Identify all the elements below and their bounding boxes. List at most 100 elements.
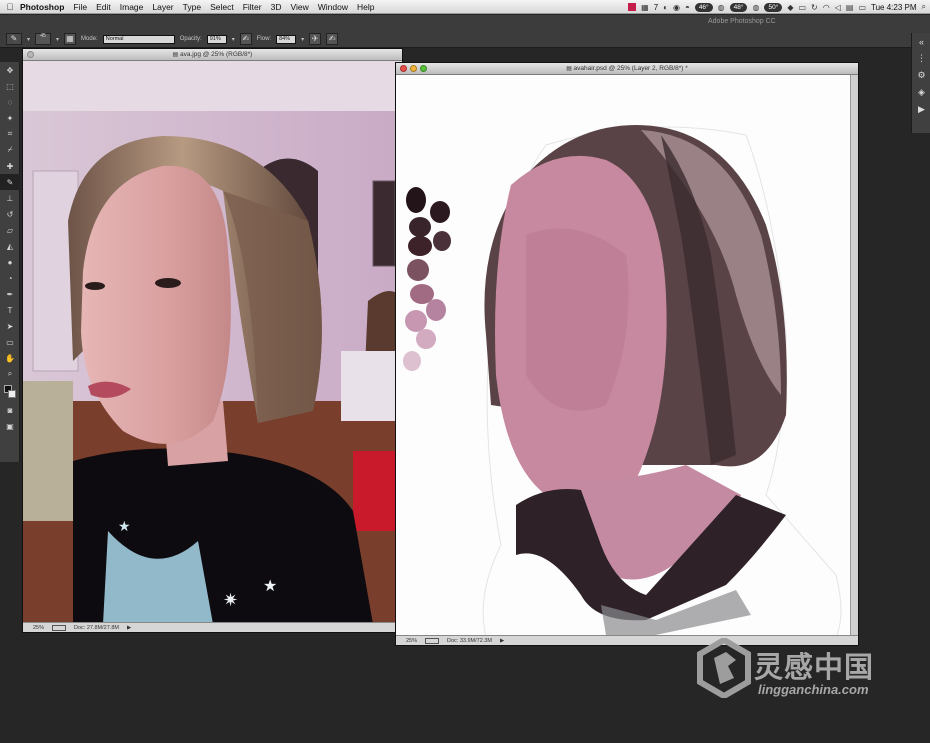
marquee-tool-icon[interactable]: ⬚ — [0, 78, 20, 94]
star-1: ★ — [118, 518, 131, 534]
fan-icon-2[interactable]: ◍ — [752, 3, 759, 12]
status-arrow-icon-painting[interactable]: ▶ — [500, 638, 504, 644]
eyedropper-tool-icon[interactable]: ⌿ — [0, 142, 20, 158]
shape-tool-icon[interactable]: ▭ — [0, 334, 20, 350]
menu-edit[interactable]: Edit — [96, 2, 111, 12]
swatch-3 — [409, 217, 431, 237]
menu-layer[interactable]: Layer — [152, 2, 173, 12]
adjustments-panel-icon[interactable]: ⋮ — [912, 50, 930, 67]
status-icon-c[interactable]: ◓ — [685, 3, 690, 12]
app-title: Adobe Photoshop CC — [708, 18, 776, 25]
brush-tool-icon[interactable]: ✎ — [0, 174, 20, 190]
brush-tool-preset-icon[interactable]: ✎ — [6, 33, 22, 45]
clone-stamp-tool-icon[interactable]: ⊥ — [0, 190, 20, 206]
quick-mask-icon[interactable]: ◙ — [0, 402, 20, 418]
lasso-tool-icon[interactable]: ◌ — [0, 94, 20, 110]
pressure-size-icon[interactable]: ✍ — [326, 33, 339, 45]
flow-chevron-icon[interactable]: ▾ — [301, 36, 304, 43]
screen-mode-icon[interactable]: ▣ — [0, 418, 20, 434]
battery-icon[interactable]: ▭ — [858, 3, 866, 12]
status-icon-d[interactable]: ◆ — [787, 3, 793, 12]
status-menu-icon[interactable]: ▦ — [641, 3, 649, 12]
menu-type[interactable]: Type — [183, 2, 201, 12]
zoom-button-painting[interactable] — [420, 65, 427, 72]
doc-size-photo[interactable]: Doc: 27.8M/27.8M — [74, 625, 119, 631]
sync-icon[interactable]: ↻ — [811, 3, 818, 12]
document-titlebar-painting[interactable]: ▤ avahair.psd @ 25% (Layer 2, RGB/8*) * — [396, 63, 858, 75]
apple-menu-icon[interactable]:  — [0, 2, 20, 12]
zoom-level-painting[interactable]: 25% — [406, 638, 417, 644]
status-icon-a[interactable]: ◐ — [663, 3, 668, 12]
wifi-icon[interactable]: ◠ — [823, 3, 830, 12]
quick-select-tool-icon[interactable]: ✦ — [0, 110, 20, 126]
document-window-photo[interactable]: ▤ ava.jpg @ 25% (RGB/8*) ★ ★ ✷ 25% Doc: … — [22, 48, 403, 633]
flow-field[interactable]: 84% — [276, 34, 297, 44]
color-swatches[interactable] — [0, 382, 20, 402]
close-button-photo[interactable] — [27, 51, 34, 58]
eraser-tool-icon[interactable]: ▱ — [0, 222, 20, 238]
canvas-photo[interactable]: ★ ★ ✷ — [23, 61, 402, 622]
pressure-opacity-icon[interactable]: ✍ — [239, 33, 252, 45]
display-icon[interactable]: ▭ — [798, 3, 806, 12]
status-icon-b[interactable]: ◉ — [673, 3, 680, 12]
status-proof-icon-photo[interactable] — [52, 624, 67, 631]
fan-icon[interactable]: ◍ — [718, 3, 725, 12]
panel-collapse-icon[interactable]: « — [912, 33, 930, 50]
crop-tool-icon[interactable]: ⌗ — [0, 126, 20, 142]
document-icon: ▤ — [172, 52, 180, 58]
brush-panel-toggle-icon[interactable]: ▦ — [64, 33, 77, 45]
minimize-button-painting[interactable] — [410, 65, 417, 72]
paint-bucket-tool-icon[interactable]: ◭ — [0, 238, 20, 254]
type-tool-icon[interactable]: T — [0, 302, 20, 318]
dodge-tool-icon[interactable]: ◔ — [0, 270, 20, 286]
close-button-painting[interactable] — [400, 65, 407, 72]
actions-panel-icon[interactable]: ▶ — [912, 101, 930, 118]
status-arrow-icon-photo[interactable]: ▶ — [127, 625, 131, 631]
preset-chevron-icon[interactable]: ▾ — [27, 36, 30, 43]
zoom-level-photo[interactable]: 25% — [33, 625, 44, 631]
blur-tool-icon[interactable]: ● — [0, 254, 20, 270]
properties-panel-icon[interactable]: ⚙ — [912, 67, 930, 84]
volume-icon[interactable]: ◁ — [835, 3, 841, 12]
doc-size-painting[interactable]: Doc: 33.9M/72.3M — [447, 638, 492, 644]
menu-filter[interactable]: Filter — [243, 2, 262, 12]
menu-file[interactable]: File — [73, 2, 87, 12]
mode-select[interactable]: Normal — [102, 34, 175, 44]
canvas-painting[interactable] — [396, 75, 850, 635]
temp-badge-2[interactable]: 48° — [729, 2, 748, 12]
status-number[interactable]: 7 — [654, 3, 658, 12]
menu-3d[interactable]: 3D — [271, 2, 282, 12]
menu-clock[interactable]: Tue 4:23 PM — [871, 3, 917, 12]
opacity-field[interactable]: 91% — [206, 34, 227, 44]
healing-brush-tool-icon[interactable]: ✚ — [0, 158, 20, 174]
menu-app-name[interactable]: Photoshop — [20, 2, 64, 12]
spotlight-icon[interactable]: ⌕ — [922, 2, 926, 12]
move-tool-icon[interactable]: ✥ — [0, 62, 20, 78]
brush-size-picker[interactable]: 45 — [35, 33, 52, 45]
menu-image[interactable]: Image — [120, 2, 144, 12]
temp-badge-1[interactable]: 46° — [694, 2, 713, 12]
zoom-tool-icon[interactable]: ⌕ — [0, 366, 20, 382]
background-color-swatch[interactable] — [8, 390, 16, 398]
temp-badge-3[interactable]: 50° — [764, 2, 783, 12]
path-select-tool-icon[interactable]: ➤ — [0, 318, 20, 334]
airbrush-icon[interactable]: ✈ — [309, 33, 322, 45]
history-brush-tool-icon[interactable]: ↺ — [0, 206, 20, 222]
hand-tool-icon[interactable]: ✋ — [0, 350, 20, 366]
menu-window[interactable]: Window — [318, 2, 348, 12]
layers-panel-icon[interactable]: ◈ — [912, 84, 930, 101]
document-titlebar-photo[interactable]: ▤ ava.jpg @ 25% (RGB/8*) — [23, 49, 402, 61]
menu-view[interactable]: View — [290, 2, 308, 12]
size-chevron-icon[interactable]: ▾ — [56, 36, 59, 43]
modified-marker: * — [685, 65, 688, 72]
opacity-chevron-icon[interactable]: ▾ — [232, 36, 235, 43]
vertical-scrollbar-painting[interactable] — [850, 75, 858, 635]
status-app-icon[interactable] — [628, 3, 637, 11]
menu-help[interactable]: Help — [357, 2, 374, 12]
status-proof-icon-painting[interactable] — [425, 637, 440, 644]
document-window-painting[interactable]: ▤ avahair.psd @ 25% (Layer 2, RGB/8*) * — [395, 62, 859, 646]
menu-select[interactable]: Select — [210, 2, 234, 12]
flag-icon[interactable]: ▤ — [846, 3, 854, 12]
swatch-1 — [406, 187, 426, 213]
pen-tool-icon[interactable]: ✒ — [0, 286, 20, 302]
